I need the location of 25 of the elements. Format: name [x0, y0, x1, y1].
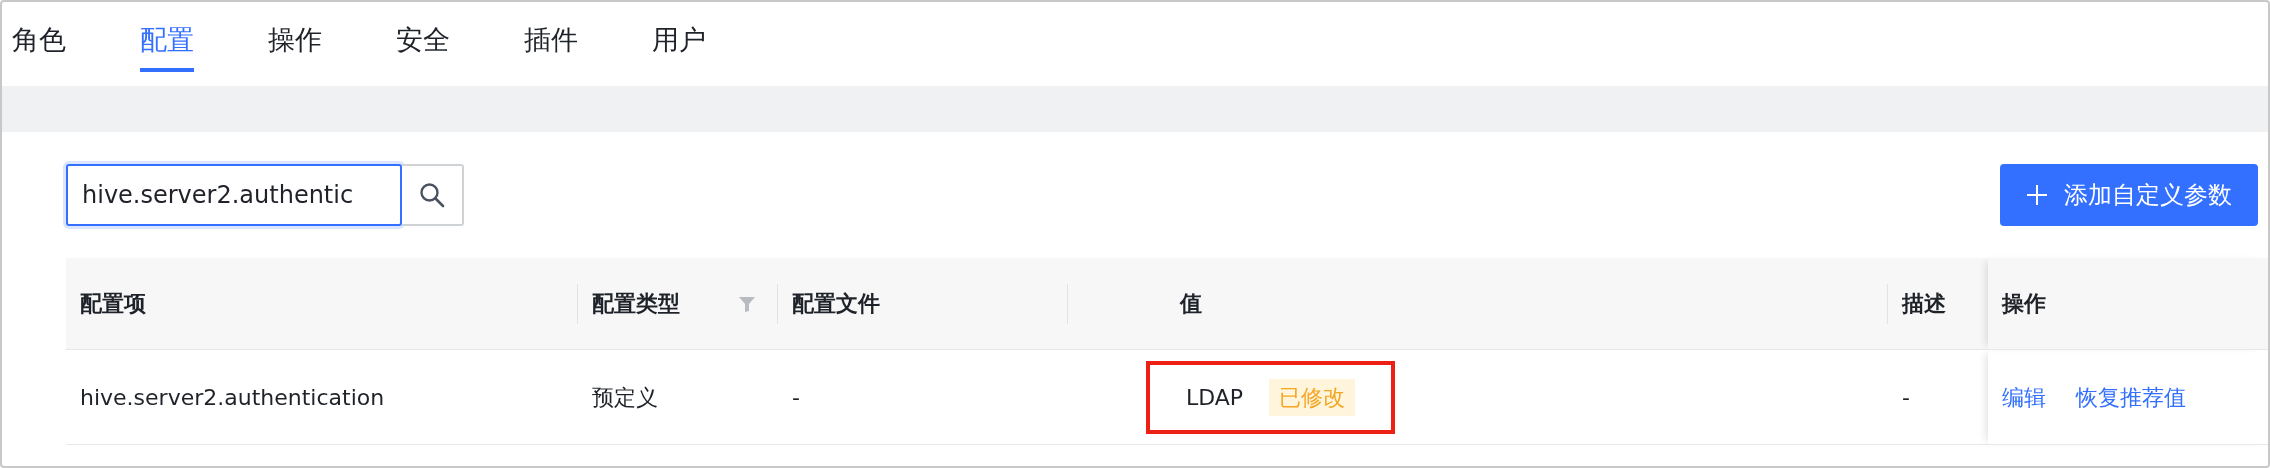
- modified-tag: 已修改: [1269, 378, 1356, 416]
- tab[interactable]: 角色: [12, 2, 66, 73]
- search-icon: [419, 182, 445, 208]
- plus-icon: [2026, 184, 2048, 206]
- tab[interactable]: 用户: [652, 2, 706, 73]
- tab[interactable]: 插件: [524, 2, 578, 73]
- column-header: 配置项: [80, 290, 147, 318]
- table-cell-text: LDAP: [1186, 383, 1244, 412]
- column-header: 配置文件: [792, 290, 881, 318]
- tab[interactable]: 操作: [268, 2, 322, 73]
- table-cell-text: -: [1902, 383, 1910, 412]
- table-cell-text: hive.server2.authentication: [80, 383, 385, 412]
- table-cell-text: -: [792, 383, 800, 412]
- column-header: 描述: [1902, 290, 1947, 318]
- add-custom-parameter-button[interactable]: 添加自定义参数: [2000, 164, 2258, 226]
- column-header: 值: [1180, 290, 1203, 318]
- column-header: 操作: [2002, 290, 2047, 318]
- table-cell-text: 预定义: [592, 383, 658, 412]
- column-header: 配置类型: [592, 290, 681, 318]
- tab[interactable]: 安全: [396, 2, 450, 73]
- search-button[interactable]: [402, 164, 464, 226]
- tab[interactable]: 配置: [140, 2, 194, 73]
- action-link[interactable]: 编辑: [2002, 380, 2046, 414]
- search-field[interactable]: hive.server2.authentic: [66, 164, 402, 226]
- action-link[interactable]: 恢复推荐值: [2076, 380, 2186, 414]
